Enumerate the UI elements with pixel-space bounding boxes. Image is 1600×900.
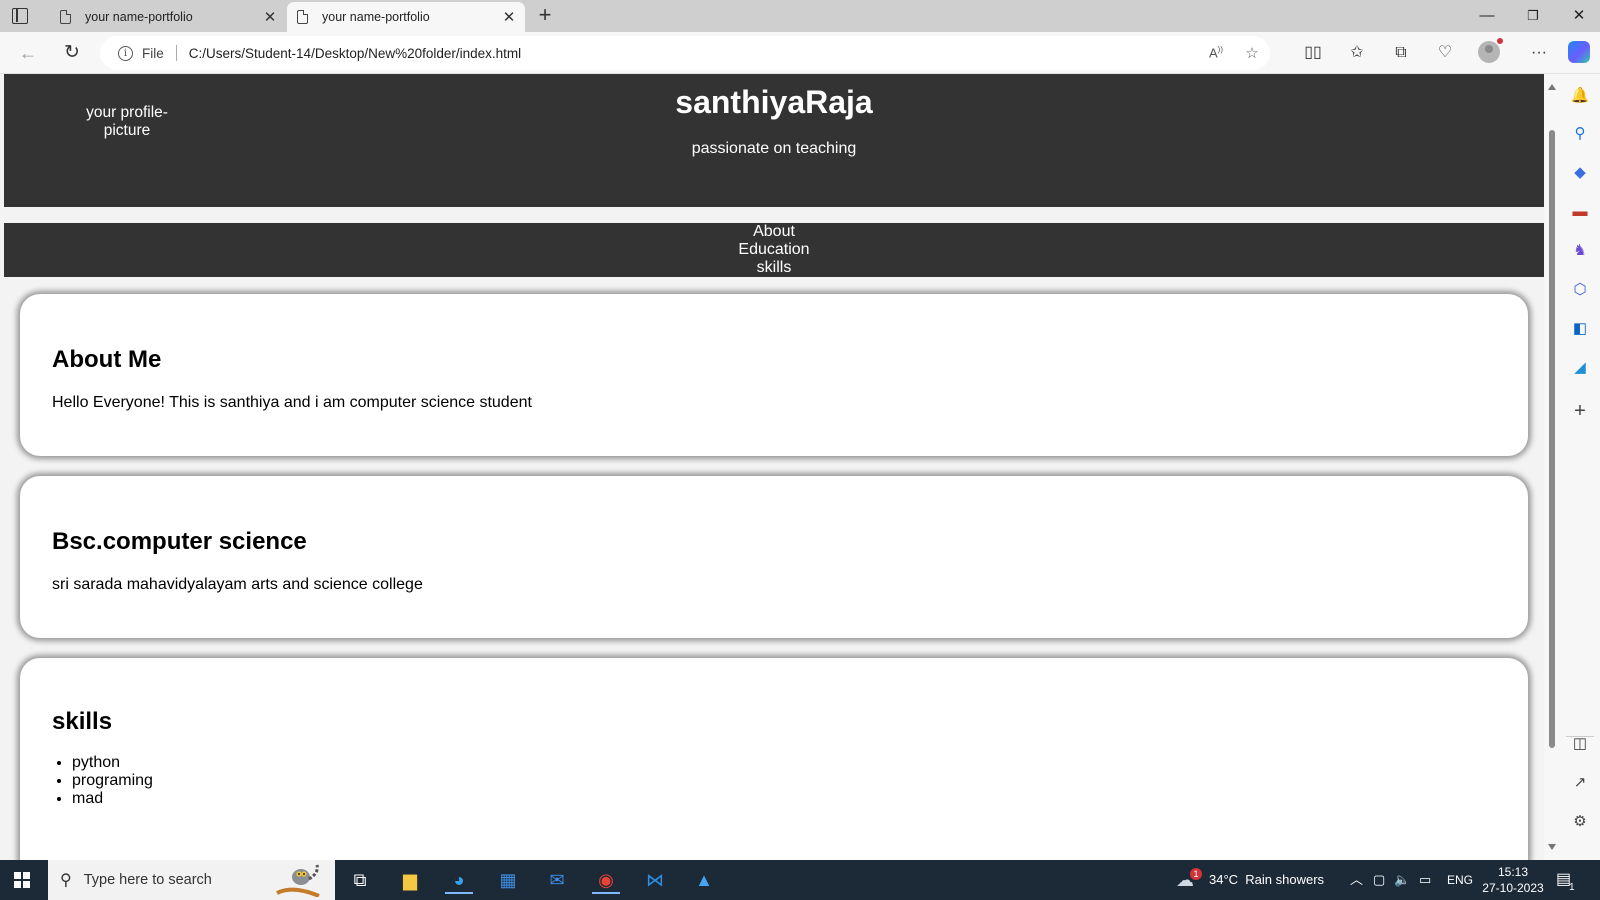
show-hidden-icons-icon[interactable]: ︿ (1350, 860, 1363, 900)
site-header: your profile-picture santhiyaRaja passio… (4, 74, 1544, 207)
nav-link-education[interactable]: Education (4, 241, 1544, 259)
scroll-thumb[interactable] (1549, 130, 1555, 748)
tab-actions-icon[interactable] (12, 8, 28, 24)
address-toolbar: ← ↻ i File C:/Users/Student-14/Desktop/N… (0, 32, 1600, 74)
about-heading: About Me (52, 346, 162, 373)
outlook-icon[interactable]: ◧ (1560, 315, 1600, 343)
microsoft-365-icon[interactable]: ⬡ (1560, 276, 1600, 304)
meet-now-icon[interactable]: ▢ (1373, 860, 1385, 900)
close-icon[interactable]: ✕ (258, 8, 282, 26)
shopping-tag-icon[interactable]: ◆ (1560, 159, 1600, 187)
close-icon[interactable]: ✕ (497, 8, 521, 26)
skills-section: skills python programing mad (20, 658, 1528, 860)
taskbar-clock[interactable]: 15:13 27-10-2023 (1478, 864, 1548, 896)
weather-text[interactable]: 34°C Rain showers (1209, 860, 1324, 900)
list-item: mad (72, 790, 1496, 808)
tab-title: your name-portfolio (322, 10, 430, 24)
microsoft-store-icon[interactable]: ▦ (494, 866, 522, 894)
clock-date: 27-10-2023 (1482, 881, 1544, 895)
taskbar-search-placeholder: Type here to search (83, 872, 212, 888)
education-section: Bsc.computer science sri sarada mahavidy… (20, 476, 1528, 638)
about-text: Hello Everyone! This is santhiya and i a… (52, 394, 532, 411)
favorite-star-icon[interactable]: ☆ (1234, 44, 1270, 62)
search-icon[interactable]: ⚲ (1560, 120, 1600, 148)
browser-essentials-icon[interactable]: ♡ (1430, 40, 1460, 66)
split-screen-icon[interactable]: ▯▯ (1298, 40, 1328, 66)
tab-title: your name-portfolio (85, 10, 193, 24)
network-icon[interactable]: ▭ (1419, 860, 1431, 900)
nav-link-skills[interactable]: skills (4, 259, 1544, 277)
site-name: santhiyaRaja (675, 84, 873, 120)
read-aloud-icon[interactable]: A)) (1198, 45, 1234, 60)
profile-avatar[interactable] (1478, 38, 1503, 63)
vscode-icon[interactable]: ⋈ (641, 866, 669, 894)
collections-icon[interactable]: ⧉ (1386, 40, 1416, 66)
skills-list: python programing mad (72, 754, 1496, 808)
games-icon[interactable]: ♞ (1560, 237, 1600, 265)
tab-bar: your name-portfolio ✕ your name-portfoli… (0, 0, 1600, 32)
photos-icon[interactable]: ▲ (690, 866, 718, 894)
volume-icon[interactable]: 🔈 (1394, 860, 1410, 900)
back-button[interactable]: ← (13, 40, 43, 66)
external-link-icon[interactable]: ↗ (1560, 769, 1600, 797)
page-scrollbar[interactable] (1544, 74, 1560, 860)
page-icon (60, 10, 71, 24)
language-indicator[interactable]: ENG (1447, 860, 1473, 900)
file-explorer-icon[interactable]: ▆ (396, 866, 424, 894)
tab-portfolio-1[interactable]: your name-portfolio ✕ (50, 2, 286, 32)
info-icon[interactable]: i (118, 45, 133, 61)
about-section: About Me Hello Everyone! This is santhiy… (20, 294, 1528, 456)
settings-gear-icon[interactable]: ⚙ (1560, 808, 1600, 836)
scroll-up-icon[interactable] (1548, 84, 1556, 90)
list-item: programing (72, 772, 1496, 790)
mail-icon[interactable]: ✉ (543, 866, 571, 894)
taskbar: ⚲ Type here to search ⧉ ▆ ◕ ▦ ✉ ◉ ⋈ ▲ ☁ … (0, 860, 1600, 900)
education-heading: Bsc.computer science (52, 528, 307, 555)
close-window-button[interactable]: ✕ (1556, 0, 1600, 32)
reload-button[interactable]: ↻ (57, 40, 87, 66)
restore-button[interactable]: ❐ (1510, 0, 1556, 32)
scroll-down-icon[interactable] (1548, 844, 1556, 850)
more-options-icon[interactable]: ··· (1524, 40, 1554, 66)
favorites-icon[interactable]: ✩ (1342, 40, 1372, 66)
tab-portfolio-2[interactable]: your name-portfolio ✕ (287, 2, 525, 32)
site-tagline: passionate on teaching (691, 140, 857, 157)
new-tab-button[interactable]: + (533, 4, 557, 28)
hide-sidebar-icon[interactable]: ◫ (1560, 730, 1600, 758)
edge-sidebar: 🔔 ⚲ ◆ ▬ ♞ ⬡ ◧ ◢ + ◫ ↗ ⚙ (1560, 74, 1600, 860)
url-text[interactable]: C:/Users/Student-14/Desktop/New%20folder… (189, 46, 1198, 61)
list-item: python (72, 754, 1496, 772)
windows-start-icon[interactable] (14, 872, 30, 888)
site-nav: About Education skills (4, 223, 1544, 277)
minimize-button[interactable]: — (1464, 0, 1510, 32)
bell-icon[interactable]: 🔔 (1560, 82, 1600, 110)
search-icon: ⚲ (60, 872, 72, 889)
notification-count: 1 (1569, 882, 1575, 893)
taskbar-search[interactable]: ⚲ Type here to search (48, 860, 335, 900)
page-viewport: your profile-picture santhiyaRaja passio… (4, 74, 1544, 860)
drop-icon[interactable]: ◢ (1560, 354, 1600, 382)
copilot-icon[interactable] (1568, 41, 1590, 63)
edge-browser-icon[interactable]: ◕ (445, 866, 473, 894)
skills-heading: skills (52, 708, 113, 735)
lemur-illustration-icon (276, 864, 320, 897)
nav-link-about[interactable]: About (4, 223, 1544, 241)
task-view-icon[interactable]: ⧉ (346, 866, 374, 894)
page-icon (297, 10, 308, 24)
url-scheme-label: File (142, 45, 164, 61)
weather-cloud-icon[interactable]: ☁ (1176, 860, 1194, 900)
chrome-icon[interactable]: ◉ (592, 866, 620, 894)
add-icon[interactable]: + (1560, 397, 1600, 425)
address-bar[interactable]: i File C:/Users/Student-14/Desktop/New%2… (100, 36, 1270, 70)
education-text: sri sarada mahavidyalayam arts and scien… (52, 576, 423, 593)
weather-badge: 1 (1190, 868, 1202, 880)
url-separator (175, 45, 177, 61)
tools-icon[interactable]: ▬ (1560, 198, 1600, 226)
clock-time: 15:13 (1497, 865, 1529, 879)
notifications-icon[interactable]: ▤ (1556, 860, 1571, 900)
